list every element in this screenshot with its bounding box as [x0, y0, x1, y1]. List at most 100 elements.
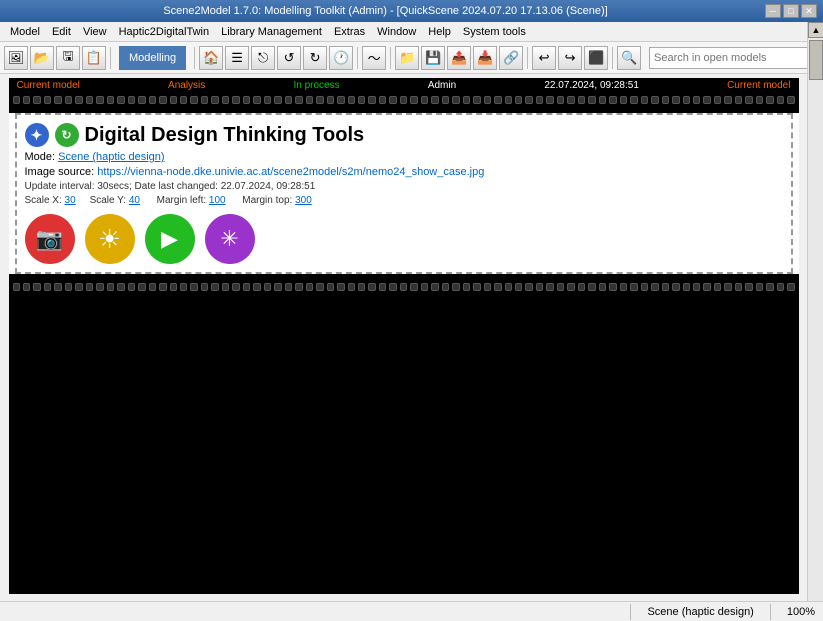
menu-item-edit[interactable]: Edit [46, 23, 77, 41]
menu-item-view[interactable]: View [77, 23, 113, 41]
filmstrip-hole [23, 283, 30, 291]
play-button[interactable]: ▶ [145, 214, 195, 264]
filmstrip-hole [295, 283, 302, 291]
toolbar-export-btn[interactable]: 📤 [447, 46, 471, 70]
menu-item-haptic2digitaltwin[interactable]: Haptic2DigitalTwin [113, 23, 215, 41]
toolbar-wave-btn[interactable]: 〜 [362, 46, 386, 70]
filmstrip-hole [23, 96, 30, 104]
filmstrip-hole [787, 283, 794, 291]
toolbar-home-btn[interactable]: 🏠 [199, 46, 223, 70]
filmstrip-hole [630, 96, 637, 104]
filmstrip-hole [620, 283, 627, 291]
filmstrip-hole [138, 283, 145, 291]
label-analysis: Analysis [168, 80, 205, 91]
toolbar-refresh2-btn[interactable]: ↻ [303, 46, 327, 70]
filmstrip-hole [222, 283, 229, 291]
toolbar-refresh-btn[interactable]: ↺ [277, 46, 301, 70]
filmstrip-hole [693, 283, 700, 291]
toolbar-import-btn[interactable]: 📥 [473, 46, 497, 70]
filmstrip-hole [641, 96, 648, 104]
image-source-line: Image source: https://vienna-node.dke.un… [25, 166, 783, 178]
menu-item-model[interactable]: Model [4, 23, 46, 41]
toolbar-btn-3[interactable]: 🖫 [56, 46, 80, 70]
scale-y-value[interactable]: 40 [129, 195, 140, 206]
filmstrip-hole [745, 283, 752, 291]
toolbar-btn-2[interactable]: 📂 [30, 46, 54, 70]
maximize-button[interactable]: □ [783, 4, 799, 18]
camera-button[interactable]: 📷 [25, 214, 75, 264]
filmstrip-hole [379, 96, 386, 104]
filmstrip-hole [232, 96, 239, 104]
filmstrip-hole [264, 283, 271, 291]
filmstrip-hole [348, 96, 355, 104]
filmstrip-hole [274, 283, 281, 291]
search-input[interactable] [649, 47, 819, 69]
image-url-link[interactable]: https://vienna-node.dke.univie.ac.at/sce… [97, 166, 484, 178]
menu-item-library-management[interactable]: Library Management [215, 23, 328, 41]
filmstrip-hole [54, 283, 61, 291]
update-info: Update interval: 30secs; Date last chang… [25, 181, 783, 192]
toolbar-sep-5 [527, 47, 528, 69]
toolbar-redo-btn[interactable]: ↪ [558, 46, 582, 70]
filmstrip-holes-bottom [9, 280, 799, 294]
toolbar-stop-btn[interactable]: ⬛ [584, 46, 608, 70]
sun-button[interactable]: ☀ [85, 214, 135, 264]
filmstrip-hole [128, 96, 135, 104]
toolbar-share-btn[interactable]: 🔗 [499, 46, 523, 70]
filmstrip-hole [13, 283, 20, 291]
toolbar-list-btn[interactable]: ☰ [225, 46, 249, 70]
toolbar-btn-1[interactable]: 🖼 [4, 46, 28, 70]
filmstrip-hole [33, 283, 40, 291]
toolbar-btn-4[interactable]: 📋 [82, 46, 106, 70]
filmstrip-hole [515, 283, 522, 291]
scene-title-text: Digital Design Thinking Tools [85, 124, 365, 147]
filmstrip-hole [567, 283, 574, 291]
scale-x-value[interactable]: 30 [65, 195, 76, 206]
scale-info: Scale X: 30 Scale Y: 40 Margin left: 100… [25, 195, 783, 206]
filmstrip-hole [609, 96, 616, 104]
filmstrip-hole [735, 96, 742, 104]
minimize-button[interactable]: ─ [765, 4, 781, 18]
filmstrip-hole [703, 283, 710, 291]
close-button[interactable]: ✕ [801, 4, 817, 18]
toolbar-sep-2 [194, 47, 195, 69]
menu-item-extras[interactable]: Extras [328, 23, 371, 41]
menu-item-help[interactable]: Help [422, 23, 457, 41]
toolbar-sep-1 [110, 47, 111, 69]
filmstrip-hole [159, 96, 166, 104]
filmstrip-hole [285, 96, 292, 104]
filmstrip-hole [714, 283, 721, 291]
filmstrip-hole [473, 96, 480, 104]
toolbar-save-btn[interactable]: 💾 [421, 46, 445, 70]
toolbar-nav-btn[interactable]: ⎋ [251, 46, 275, 70]
margin-left-label: Margin left: [157, 195, 206, 206]
scrollbar: ▲ ▼ [807, 22, 823, 617]
filmstrip-hole [138, 96, 145, 104]
status-zoom-label: 100% [787, 606, 815, 618]
margin-left-value[interactable]: 100 [209, 195, 226, 206]
filmstrip-hole [358, 283, 365, 291]
toolbar-open-btn[interactable]: 📁 [395, 46, 419, 70]
filmstrip-hole [421, 96, 428, 104]
filmstrip-hole [494, 96, 501, 104]
filmstrip-hole [337, 96, 344, 104]
toolbar-undo-btn[interactable]: ↩ [532, 46, 556, 70]
filmstrip-hole [724, 96, 731, 104]
mode-link[interactable]: Scene (haptic design) [58, 151, 164, 163]
filmstrip-hole [222, 96, 229, 104]
filmstrip-hole [735, 283, 742, 291]
filmstrip-hole [651, 283, 658, 291]
filmstrip-hole [745, 96, 752, 104]
scroll-track[interactable] [808, 38, 823, 601]
filmstrip-hole [609, 283, 616, 291]
settings-button[interactable]: ✳ [205, 214, 255, 264]
scroll-up-button[interactable]: ▲ [808, 22, 823, 38]
filmstrip-hole [693, 96, 700, 104]
toolbar-clock-btn[interactable]: 🕐 [329, 46, 353, 70]
menu-item-window[interactable]: Window [371, 23, 422, 41]
filmstrip-hole [264, 96, 271, 104]
toolbar-search-icon-btn[interactable]: 🔍 [617, 46, 641, 70]
scroll-thumb[interactable] [809, 40, 823, 80]
menu-item-system-tools[interactable]: System tools [457, 23, 532, 41]
margin-top-value[interactable]: 300 [295, 195, 312, 206]
